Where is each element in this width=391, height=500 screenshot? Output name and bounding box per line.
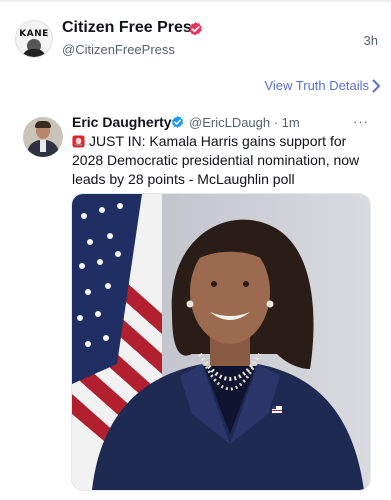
view-truth-details-link[interactable]: View Truth Details (264, 78, 369, 93)
quoted-post-body: JUST IN: Kamala Harris gains support for… (72, 133, 360, 187)
post-photo[interactable] (71, 193, 371, 491)
author-avatar[interactable]: KANE (15, 20, 53, 58)
more-options-button[interactable]: ··· (353, 114, 369, 129)
avatar-logo-text: KANE (19, 29, 49, 39)
verified-badge-icon (189, 22, 202, 36)
top-divider (0, 0, 391, 2)
quoted-author-handle[interactable]: @EricLDaugh · 1m (189, 115, 300, 130)
siren-icon (72, 135, 85, 148)
author-name[interactable]: Citizen Free Press (62, 19, 201, 37)
chevron-right-icon[interactable] (372, 79, 381, 93)
author-handle[interactable]: @CitizenFreePress (62, 42, 175, 57)
verified-badge-icon (172, 115, 183, 128)
quoted-post-text: JUST IN: Kamala Harris gains support for… (72, 132, 378, 189)
quoted-author-avatar[interactable] (23, 117, 63, 157)
quoted-author-name[interactable]: Eric Daugherty (72, 114, 172, 130)
post-timestamp: 3h (363, 33, 378, 48)
